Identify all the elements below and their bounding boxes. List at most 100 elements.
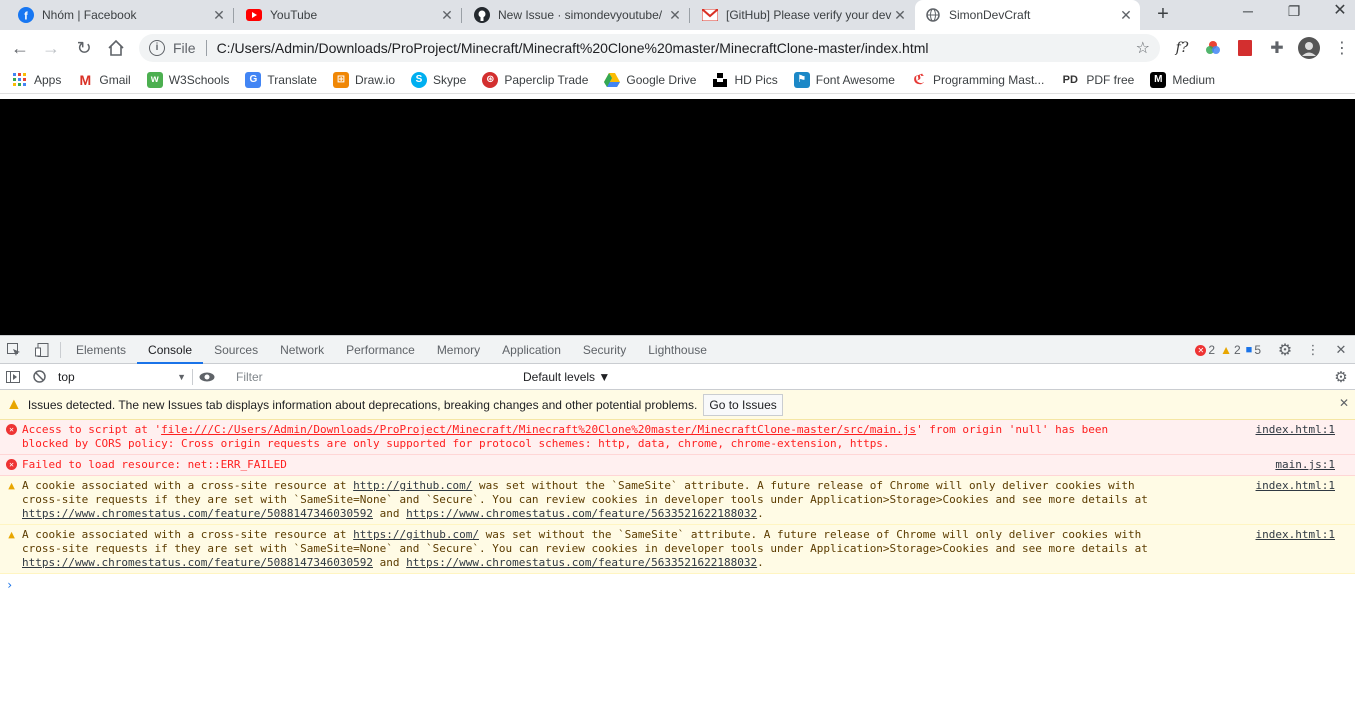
- message-source-link[interactable]: main.js:1: [1275, 458, 1335, 472]
- message-text: .: [757, 556, 764, 569]
- bookmark-google-drive[interactable]: Google Drive: [604, 72, 696, 88]
- settings-gear-icon[interactable]: ⚙: [1271, 336, 1299, 364]
- log-levels-dropdown[interactable]: Default levels ▼: [523, 370, 610, 384]
- clear-console-icon[interactable]: [26, 363, 52, 391]
- devtools-panel: Elements Console Sources Network Perform…: [0, 335, 1355, 715]
- sidebar-toggle-icon[interactable]: [0, 363, 26, 391]
- restore-icon[interactable]: ❐: [1271, 0, 1317, 26]
- devtools-tab-console[interactable]: Console: [137, 336, 204, 364]
- chrome-menu-icon[interactable]: ⋮: [1333, 39, 1351, 57]
- tab-separator: [461, 8, 462, 23]
- red-extension-icon[interactable]: [1236, 39, 1254, 57]
- message-link[interactable]: file:///C:/Users/Admin/Downloads/ProProj…: [161, 423, 916, 436]
- message-link[interactable]: https://www.chromestatus.com/feature/563…: [406, 556, 757, 569]
- message-link[interactable]: https://github.com/: [353, 528, 479, 541]
- pdf-icon: PD: [1062, 73, 1078, 86]
- console-prompt[interactable]: ›: [0, 574, 1355, 592]
- inspect-element-icon[interactable]: [0, 336, 28, 364]
- more-options-icon[interactable]: ⋮: [1299, 336, 1327, 364]
- tab-facebook[interactable]: f Nhóm | Facebook ✕: [8, 0, 233, 30]
- console-message-warning: ▲ A cookie associated with a cross-site …: [0, 476, 1355, 525]
- filter-placeholder: Filter: [236, 369, 263, 384]
- console-filter-input[interactable]: Filter: [229, 366, 515, 387]
- message-source-link[interactable]: index.html:1: [1256, 528, 1335, 542]
- new-tab-button[interactable]: +: [1152, 4, 1174, 26]
- close-devtools-icon[interactable]: ✕: [1327, 336, 1355, 364]
- home-button[interactable]: [103, 35, 129, 61]
- message-link[interactable]: https://www.chromestatus.com/feature/563…: [406, 507, 757, 520]
- execution-context-select[interactable]: top ▼: [52, 367, 192, 387]
- browser-toolbar: ← → ↻ i File C:/Users/Admin/Downloads/Pr…: [0, 30, 1355, 66]
- bookmark-medium[interactable]: M Medium: [1150, 71, 1215, 88]
- tab-gmail[interactable]: [GitHub] Please verify your dev ✕: [692, 0, 914, 30]
- message-link[interactable]: http://github.com/: [353, 479, 472, 492]
- close-tab-icon[interactable]: ✕: [667, 7, 683, 24]
- devtools-tab-sources[interactable]: Sources: [203, 336, 269, 364]
- bookmark-w3schools[interactable]: w W3Schools: [146, 71, 229, 88]
- info-icon[interactable]: i: [149, 40, 165, 56]
- color-picker-extension-icon[interactable]: [1204, 39, 1222, 57]
- minimize-icon[interactable]: ─: [1225, 0, 1271, 26]
- console-message-warning: ▲ A cookie associated with a cross-site …: [0, 525, 1355, 574]
- message-text: Access to script at ': [22, 423, 162, 436]
- close-tab-icon[interactable]: ✕: [211, 7, 227, 24]
- window-close-icon[interactable]: ✕: [1317, 0, 1355, 26]
- devtools-tab-elements[interactable]: Elements: [65, 336, 137, 364]
- tab-title: [GitHub] Please verify your dev: [726, 8, 892, 22]
- bookmark-label: Draw.io: [354, 72, 395, 87]
- facebook-icon: f: [18, 7, 34, 23]
- devtools-tab-performance[interactable]: Performance: [335, 336, 426, 364]
- devtools-tab-bar: Elements Console Sources Network Perform…: [0, 336, 1355, 364]
- reload-button[interactable]: ↻: [71, 35, 97, 61]
- message-link[interactable]: https://www.chromestatus.com/feature/508…: [22, 507, 373, 520]
- bookmark-translate[interactable]: G Translate: [245, 71, 317, 88]
- go-to-issues-button[interactable]: Go to Issues: [703, 393, 783, 416]
- devtools-tab-lighthouse[interactable]: Lighthouse: [637, 336, 718, 364]
- close-tab-icon[interactable]: ✕: [892, 7, 908, 24]
- message-link[interactable]: https://www.chromestatus.com/feature/508…: [22, 556, 373, 569]
- bookmark-label: Translate: [267, 72, 317, 87]
- bookmark-apps[interactable]: Apps: [12, 72, 61, 88]
- url-text[interactable]: C:/Users/Admin/Downloads/ProProject/Mine…: [217, 40, 1136, 56]
- tab-title: Nhóm | Facebook: [42, 8, 137, 22]
- console-settings-gear-icon[interactable]: ⚙: [1327, 363, 1355, 391]
- devtools-tab-memory[interactable]: Memory: [426, 336, 491, 364]
- bookmark-label: Skype: [433, 72, 467, 87]
- console-message-error: ✕ Access to script at 'file:///C:/Users/…: [0, 420, 1355, 455]
- bookmark-font-awesome[interactable]: ⚑ Font Awesome: [793, 71, 895, 88]
- back-button[interactable]: ←: [7, 35, 33, 61]
- forward-button[interactable]: →: [38, 35, 64, 61]
- extensions-puzzle-icon[interactable]: ✚: [1268, 39, 1286, 57]
- tab-youtube[interactable]: YouTube ✕: [236, 0, 461, 30]
- bookmark-star-icon[interactable]: ☆: [1136, 38, 1150, 58]
- message-source-link[interactable]: index.html:1: [1256, 479, 1335, 493]
- font-finder-extension-icon[interactable]: f?: [1173, 39, 1191, 57]
- bookmarks-bar: Apps M Gmail w W3Schools G Translate ⊞ D…: [0, 66, 1355, 94]
- close-tab-icon[interactable]: ✕: [439, 7, 455, 24]
- bookmark-gmail[interactable]: M Gmail: [77, 72, 131, 88]
- close-tab-icon[interactable]: ✕: [1118, 7, 1134, 24]
- bookmark-skype[interactable]: S Skype: [411, 71, 467, 88]
- bookmark-paperclip-trade[interactable]: ⊛ Paperclip Trade: [482, 71, 588, 88]
- programming-icon: ℭ: [913, 71, 925, 87]
- tab-github[interactable]: New Issue · simondevyoutube/ ✕: [464, 0, 689, 30]
- message-source-link[interactable]: index.html:1: [1256, 423, 1335, 437]
- issue-counters[interactable]: ✕ 2 ▲ 2 ■ 5: [1195, 343, 1261, 357]
- bookmark-hd-pics[interactable]: HD Pics: [712, 72, 778, 88]
- bookmark-pdf-free[interactable]: PD PDF free: [1060, 72, 1135, 88]
- page-canvas[interactable]: [0, 99, 1355, 335]
- devtools-tab-security[interactable]: Security: [572, 336, 637, 364]
- bookmark-programming-mastery[interactable]: ℭ Programming Mast...: [911, 71, 1044, 88]
- address-bar[interactable]: i File C:/Users/Admin/Downloads/ProProje…: [139, 34, 1160, 62]
- device-toolbar-icon[interactable]: [28, 336, 56, 364]
- warning-icon: ▲: [8, 478, 15, 492]
- close-banner-icon[interactable]: ✕: [1339, 396, 1349, 410]
- bookmark-drawio[interactable]: ⊞ Draw.io: [332, 71, 395, 88]
- live-expression-eye-icon[interactable]: [193, 363, 221, 391]
- devtools-tab-application[interactable]: Application: [491, 336, 572, 364]
- unsplash-icon: [712, 72, 728, 88]
- profile-avatar[interactable]: [1298, 37, 1320, 59]
- google-drive-icon: [604, 72, 621, 88]
- devtools-tab-network[interactable]: Network: [269, 336, 335, 364]
- tab-simondevcraft[interactable]: SimonDevCraft ✕: [915, 0, 1140, 30]
